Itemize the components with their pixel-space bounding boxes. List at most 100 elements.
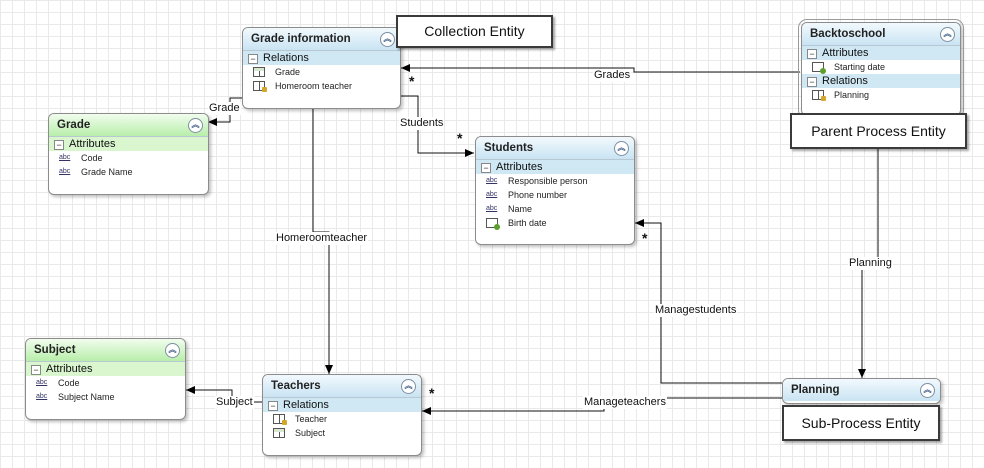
double-chevron-up-icon[interactable]: ︽ (614, 141, 629, 156)
connector-label-students: Students (399, 117, 445, 130)
entity-backtoschool[interactable]: Backtoschool ︽ − Attributes Starting dat… (798, 19, 964, 119)
text-attribute-icon: abc (486, 177, 498, 184)
relations-section[interactable]: − Relations (243, 51, 400, 65)
minus-box-icon[interactable]: − (807, 77, 817, 87)
entity-title: Subject (34, 344, 76, 356)
minus-box-icon[interactable]: − (248, 54, 258, 64)
entity-planning[interactable]: Planning ︽ (782, 378, 941, 404)
entity-title: Teachers (271, 380, 321, 392)
double-chevron-up-icon[interactable]: ︽ (165, 343, 180, 358)
table-icon (253, 67, 265, 77)
double-chevron-up-icon[interactable]: ︽ (920, 383, 935, 398)
entity-grade-information[interactable]: Grade information ︽ − Relations Grade Ho… (242, 27, 401, 109)
entity-header[interactable]: Students ︽ (476, 137, 634, 160)
attributes-section[interactable]: − Attributes (802, 46, 960, 60)
note-collection-entity: Collection Entity (396, 15, 553, 48)
attribute-item[interactable]: Birth date (476, 216, 634, 230)
table-link-icon (273, 414, 287, 425)
attribute-label: Code (58, 378, 80, 388)
attribute-label: Grade Name (81, 167, 133, 177)
connector-managestudents (635, 219, 782, 384)
calendar-icon (486, 218, 500, 230)
text-attribute-icon: abc (59, 154, 71, 161)
entity-title: Students (484, 142, 534, 154)
entity-header[interactable]: Backtoschool ︽ (802, 23, 960, 46)
text-attribute-icon: abc (59, 168, 71, 175)
attribute-label: Responsible person (508, 176, 588, 186)
double-chevron-up-icon[interactable]: ︽ (380, 32, 395, 47)
entity-students[interactable]: Students ︽ − Attributes abc Responsible … (475, 136, 635, 245)
attribute-label: Name (508, 204, 533, 214)
connector-label-subject: Subject (215, 396, 254, 409)
section-label: Relations (263, 52, 309, 64)
double-chevron-up-icon[interactable]: ︽ (188, 118, 203, 133)
attribute-item[interactable]: abc Code (49, 151, 208, 165)
section-label: Attributes (822, 47, 869, 59)
attribute-item[interactable]: abc Subject Name (26, 390, 185, 404)
relation-label: Subject (295, 428, 326, 438)
relation-label: Planning (834, 90, 870, 100)
minus-box-icon[interactable]: − (268, 401, 278, 411)
entity-header[interactable]: Planning ︽ (783, 379, 940, 401)
minus-box-icon[interactable]: − (54, 140, 64, 150)
relation-label: Homeroom teacher (275, 81, 353, 91)
double-chevron-up-icon[interactable]: ︽ (401, 379, 416, 394)
relation-item[interactable]: Grade (243, 65, 400, 79)
text-attribute-icon: abc (36, 379, 48, 386)
minus-box-icon[interactable]: − (31, 365, 41, 375)
table-link-icon (812, 90, 826, 101)
relation-label: Teacher (295, 414, 328, 424)
section-label: Attributes (496, 161, 543, 173)
entity-grade[interactable]: Grade ︽ − Attributes abc Code abc Grade … (48, 113, 209, 195)
entity-teachers[interactable]: Teachers ︽ − Relations Teacher Subject (262, 374, 422, 456)
note-sub-process-entity: Sub-Process Entity (782, 405, 940, 441)
entity-header[interactable]: Subject ︽ (26, 339, 185, 362)
section-label: Relations (283, 399, 329, 411)
note-parent-process-entity: Parent Process Entity (790, 113, 967, 149)
attribute-item[interactable]: abc Responsible person (476, 174, 634, 188)
entity-header[interactable]: Grade information ︽ (243, 28, 400, 51)
entity-title: Grade information (251, 33, 351, 45)
attributes-section[interactable]: − Attributes (476, 160, 634, 174)
double-chevron-up-icon[interactable]: ︽ (940, 27, 955, 42)
relations-section[interactable]: − Relations (802, 74, 960, 88)
relation-item[interactable]: Teacher (263, 412, 421, 426)
attribute-item[interactable]: abc Code (26, 376, 185, 390)
connector-label-managestudents: Managestudents (654, 304, 738, 317)
connector-label-grades: Grades (593, 69, 632, 82)
attributes-section[interactable]: − Attributes (49, 137, 208, 151)
entity-header[interactable]: Grade ︽ (49, 114, 208, 137)
attribute-item[interactable]: Starting date (802, 60, 960, 74)
entity-header[interactable]: Teachers ︽ (263, 375, 421, 398)
entity-title: Grade (57, 119, 91, 131)
attribute-item[interactable]: abc Grade Name (49, 165, 208, 179)
attributes-section[interactable]: − Attributes (26, 362, 185, 376)
connector-label-homeroomteacher: Homeroomteacher (275, 232, 369, 245)
connector-label-manageteachers: Manageteachers (583, 396, 667, 409)
cardinality-marker: * (409, 73, 415, 89)
attribute-label: Phone number (508, 190, 568, 200)
attribute-label: Subject Name (58, 392, 115, 402)
entity-title: Backtoschool (810, 28, 886, 40)
attribute-label: Code (81, 153, 103, 163)
table-icon (273, 428, 285, 438)
text-attribute-icon: abc (36, 393, 48, 400)
attribute-label: Starting date (834, 62, 886, 72)
attribute-label: Birth date (508, 218, 547, 228)
connector-label-planning: Planning (848, 257, 893, 270)
section-label: Relations (822, 75, 868, 87)
connector-label-grade: Grade (208, 102, 241, 115)
entity-subject[interactable]: Subject ︽ − Attributes abc Code abc Subj… (25, 338, 186, 420)
calendar-icon (812, 62, 826, 74)
relations-section[interactable]: − Relations (263, 398, 421, 412)
entity-title: Planning (791, 384, 840, 396)
text-attribute-icon: abc (486, 191, 498, 198)
minus-box-icon[interactable]: − (481, 163, 491, 173)
attribute-item[interactable]: abc Phone number (476, 188, 634, 202)
section-label: Attributes (46, 363, 93, 375)
relation-item[interactable]: Planning (802, 88, 960, 102)
relation-item[interactable]: Homeroom teacher (243, 79, 400, 93)
attribute-item[interactable]: abc Name (476, 202, 634, 216)
relation-item[interactable]: Subject (263, 426, 421, 440)
minus-box-icon[interactable]: − (807, 49, 817, 59)
